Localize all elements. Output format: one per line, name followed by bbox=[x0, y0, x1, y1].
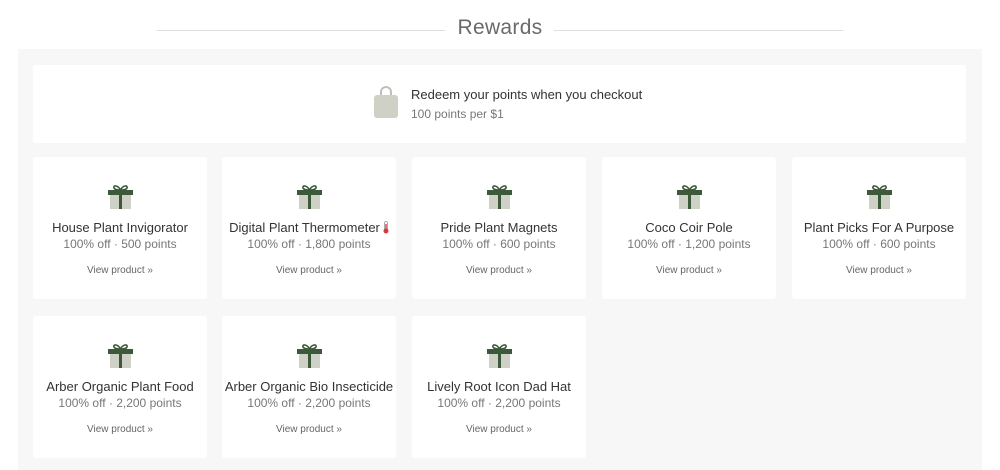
reward-card: Pride Plant Magnets 100% off · 600 point… bbox=[412, 157, 586, 299]
page-title: Rewards bbox=[457, 16, 543, 39]
reward-points: 100% off · 2,200 points bbox=[437, 396, 561, 410]
reward-card: House Plant Invigorator 100% off · 500 p… bbox=[33, 157, 207, 299]
reward-points: 100% off · 600 points bbox=[442, 237, 556, 251]
reward-points: 100% off · 1,800 points bbox=[247, 237, 371, 251]
shopping-bag-icon bbox=[374, 86, 398, 118]
gift-icon bbox=[487, 185, 512, 209]
gift-icon bbox=[297, 185, 322, 209]
view-product-link[interactable]: View product » bbox=[602, 265, 776, 276]
reward-points: 100% off · 2,200 points bbox=[247, 396, 371, 410]
gift-icon bbox=[108, 344, 133, 368]
reward-name-row: Digital Plant Thermometer bbox=[222, 220, 396, 235]
reward-card: Digital Plant Thermometer 100% off · 1,8… bbox=[222, 157, 396, 299]
view-product-link[interactable]: View product » bbox=[33, 424, 207, 435]
reward-card: Arber Organic Bio Insecticide 100% off ·… bbox=[222, 316, 396, 458]
thermometer-icon bbox=[383, 221, 389, 234]
divider-left bbox=[157, 30, 445, 31]
banner-title: Redeem your points when you checkout bbox=[411, 87, 643, 102]
reward-points: 100% off · 600 points bbox=[822, 237, 936, 251]
view-product-link[interactable]: View product » bbox=[222, 424, 396, 435]
reward-name: Arber Organic Plant Food bbox=[46, 379, 194, 394]
reward-name: House Plant Invigorator bbox=[52, 220, 188, 235]
gift-icon bbox=[867, 185, 892, 209]
view-product-link[interactable]: View product » bbox=[222, 265, 396, 276]
view-product-link[interactable]: View product » bbox=[33, 265, 207, 276]
reward-card: Lively Root Icon Dad Hat 100% off · 2,20… bbox=[412, 316, 586, 458]
banner-subtitle: 100 points per $1 bbox=[411, 107, 504, 121]
reward-card: Plant Picks For A Purpose 100% off · 600… bbox=[792, 157, 966, 299]
reward-points: 100% off · 500 points bbox=[63, 237, 177, 251]
view-product-link[interactable]: View product » bbox=[792, 265, 966, 276]
view-product-link[interactable]: View product » bbox=[412, 265, 586, 276]
reward-points: 100% off · 1,200 points bbox=[627, 237, 751, 251]
reward-name: Lively Root Icon Dad Hat bbox=[427, 379, 571, 394]
divider-right bbox=[554, 30, 843, 31]
reward-card: Coco Coir Pole 100% off · 1,200 points V… bbox=[602, 157, 776, 299]
reward-points: 100% off · 2,200 points bbox=[58, 396, 182, 410]
gift-icon bbox=[297, 344, 322, 368]
reward-name: Digital Plant Thermometer bbox=[229, 220, 380, 235]
banner-text: Redeem your points when you checkout 100… bbox=[411, 87, 642, 122]
gift-icon bbox=[108, 185, 133, 209]
gift-icon bbox=[487, 344, 512, 368]
reward-name: Coco Coir Pole bbox=[645, 220, 733, 235]
reward-card: Arber Organic Plant Food 100% off · 2,20… bbox=[33, 316, 207, 458]
reward-name: Plant Picks For A Purpose bbox=[803, 220, 955, 235]
reward-name: Arber Organic Bio Insecticide bbox=[224, 379, 394, 394]
view-product-link[interactable]: View product » bbox=[412, 424, 586, 435]
gift-icon bbox=[677, 185, 702, 209]
reward-name: Pride Plant Magnets bbox=[440, 220, 558, 235]
